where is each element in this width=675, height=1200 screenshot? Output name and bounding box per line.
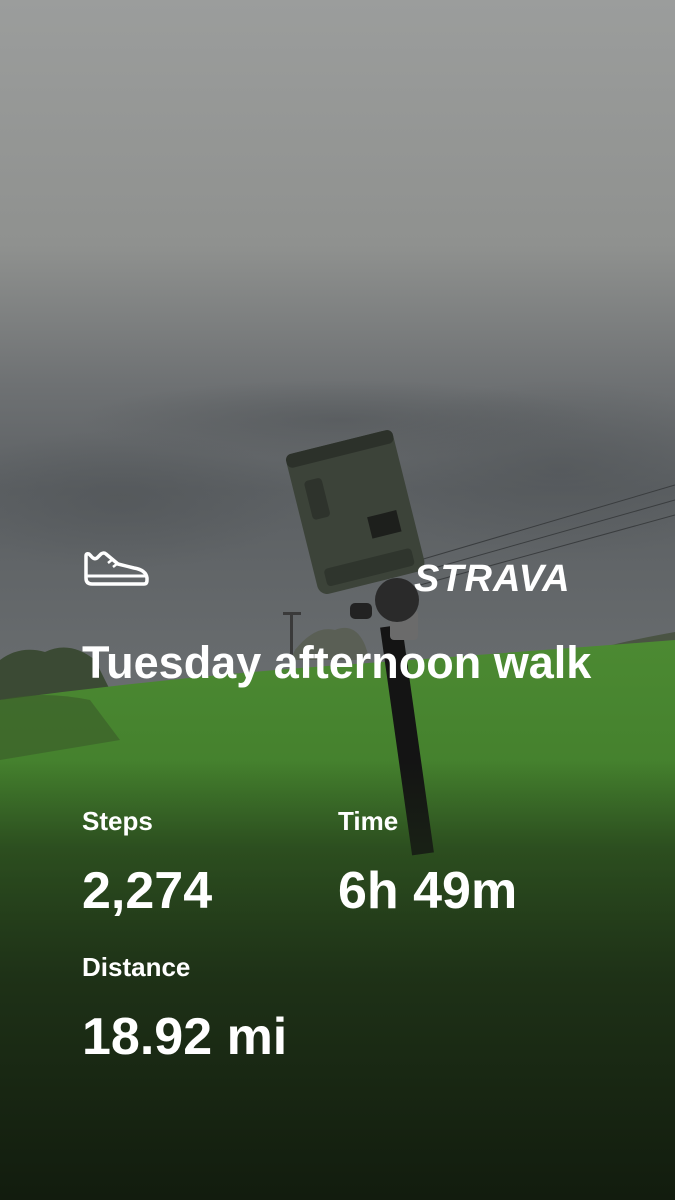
shoe-icon [84, 551, 149, 586]
steps-label: Steps [82, 806, 153, 836]
time-label: Time [338, 806, 399, 836]
distance-value: 18.92 mi [82, 1008, 288, 1066]
activity-overlay: STRAVA Tuesday afternoon walk Steps 2,27… [0, 0, 675, 1200]
strava-logo: STRAVA [414, 558, 571, 600]
time-value: 6h 49m [338, 862, 518, 920]
steps-value: 2,274 [82, 862, 213, 920]
distance-label: Distance [82, 952, 191, 982]
activity-title: Tuesday afternoon walk [82, 637, 592, 688]
